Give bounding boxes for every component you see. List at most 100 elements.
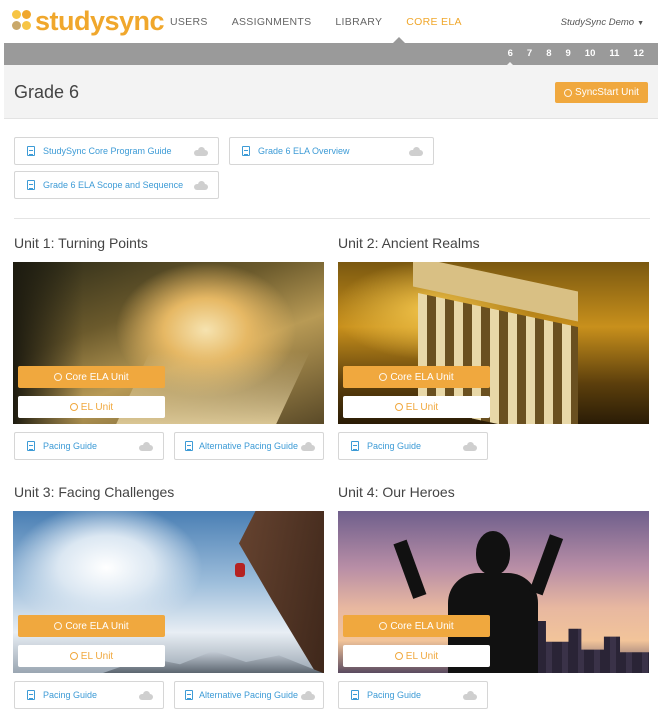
unit-2-pacing-guide[interactable]: Pacing Guide — [338, 432, 488, 460]
cloud-download-icon[interactable] — [409, 146, 423, 156]
doc-label: Pacing Guide — [367, 690, 422, 700]
sync-icon — [379, 373, 388, 381]
grade-selector-bar: 6 7 8 9 10 11 12 — [4, 43, 658, 66]
doc-label: Alternative Pacing Guide — [199, 690, 299, 700]
unit-2-core-ela-button[interactable]: Core ELA Unit — [343, 366, 490, 388]
nav-core-ela[interactable]: CORE ELA — [406, 16, 462, 28]
unit-2-el-button[interactable]: EL Unit — [343, 396, 490, 418]
unit-3-image[interactable]: Core ELA Unit EL Unit — [13, 511, 324, 673]
hero-left-arm — [393, 539, 427, 599]
sync-icon — [69, 403, 78, 411]
sync-icon — [379, 622, 388, 630]
pdf-icon — [351, 690, 359, 700]
pdf-icon — [242, 146, 250, 156]
studysync-logo[interactable]: studysync — [12, 5, 165, 36]
sync-icon — [394, 403, 403, 411]
unit-4-title: Unit 4: Our Heroes — [338, 484, 455, 500]
hero-head — [476, 531, 510, 575]
syncstart-unit-button[interactable]: SyncStart Unit — [555, 82, 648, 103]
unit-2-image[interactable]: Core ELA Unit EL Unit — [338, 262, 649, 424]
unit-1-image[interactable]: Core ELA Unit EL Unit — [13, 262, 324, 424]
cloud-download-icon[interactable] — [139, 441, 153, 451]
main-nav: USERS ASSIGNMENTS LIBRARY CORE ELA — [170, 16, 486, 28]
unit-3-pacing-guide[interactable]: Pacing Guide — [14, 681, 164, 709]
page-header: Grade 6 SyncStart Unit — [4, 65, 658, 119]
grade-9[interactable]: 9 — [566, 48, 571, 59]
unit-1-el-button[interactable]: EL Unit — [18, 396, 165, 418]
doc-label: Alternative Pacing Guide — [199, 441, 299, 451]
unit-4-core-ela-button[interactable]: Core ELA Unit — [343, 615, 490, 637]
unit-4-el-button[interactable]: EL Unit — [343, 645, 490, 667]
unit-3-core-ela-button[interactable]: Core ELA Unit — [18, 615, 165, 637]
sync-icon — [54, 622, 63, 630]
core-ela-label: Core ELA Unit — [390, 620, 454, 632]
cloud-download-icon[interactable] — [194, 146, 208, 156]
pdf-icon — [185, 690, 193, 700]
grade-6[interactable]: 6 — [506, 48, 515, 66]
doc-label: Pacing Guide — [367, 441, 422, 451]
pdf-icon — [27, 146, 35, 156]
sync-icon — [54, 373, 63, 381]
cliff-rock — [239, 511, 324, 673]
unit-4-pacing-guide[interactable]: Pacing Guide — [338, 681, 488, 709]
core-ela-label: Core ELA Unit — [65, 371, 129, 383]
grade-11[interactable]: 11 — [609, 48, 619, 59]
cloud-download-icon[interactable] — [463, 690, 477, 700]
doc-grade6-overview[interactable]: Grade 6 ELA Overview — [229, 137, 434, 165]
doc-core-program-guide[interactable]: StudySync Core Program Guide — [14, 137, 219, 165]
unit-1-core-ela-button[interactable]: Core ELA Unit — [18, 366, 165, 388]
unit-1-title: Unit 1: Turning Points — [14, 235, 148, 251]
cloud-download-icon[interactable] — [463, 441, 477, 451]
unit-2-title: Unit 2: Ancient Realms — [338, 235, 480, 251]
cloud-download-icon[interactable] — [194, 180, 208, 190]
unit-3-title: Unit 3: Facing Challenges — [14, 484, 175, 500]
logo-dots-icon — [12, 10, 32, 32]
el-label: EL Unit — [405, 401, 439, 413]
doc-label: Grade 6 ELA Overview — [258, 146, 350, 156]
grade-7[interactable]: 7 — [527, 48, 532, 59]
el-label: EL Unit — [80, 650, 114, 662]
core-ela-label: Core ELA Unit — [390, 371, 454, 383]
hero-right-arm — [529, 534, 564, 596]
section-divider — [14, 218, 650, 219]
grade-list: 6 7 8 9 10 11 12 — [494, 48, 644, 66]
page-title: Grade 6 — [14, 82, 80, 102]
doc-grade6-scope-sequence[interactable]: Grade 6 ELA Scope and Sequence — [14, 171, 219, 199]
grade-8[interactable]: 8 — [546, 48, 551, 59]
climber-figure — [235, 563, 245, 577]
unit-1-pacing-guide[interactable]: Pacing Guide — [14, 432, 164, 460]
unit-3-alt-pacing-guide[interactable]: Alternative Pacing Guide — [174, 681, 324, 709]
pdf-icon — [185, 441, 193, 451]
pdf-icon — [27, 180, 35, 190]
unit-3-el-button[interactable]: EL Unit — [18, 645, 165, 667]
grade-10[interactable]: 10 — [585, 48, 596, 59]
cloud-download-icon[interactable] — [139, 690, 153, 700]
pdf-icon — [27, 441, 35, 451]
cloud-download-icon[interactable] — [301, 690, 315, 700]
el-label: EL Unit — [80, 401, 114, 413]
top-navigation: studysync USERS ASSIGNMENTS LIBRARY CORE… — [0, 0, 658, 44]
cloud-download-icon[interactable] — [301, 441, 315, 451]
unit-4-image[interactable]: Core ELA Unit EL Unit — [338, 511, 649, 673]
user-name: StudySync Demo — [560, 17, 635, 28]
pdf-icon — [351, 441, 359, 451]
el-label: EL Unit — [405, 650, 439, 662]
syncstart-label: SyncStart Unit — [575, 87, 639, 98]
nav-library[interactable]: LIBRARY — [335, 16, 382, 28]
nav-assignments[interactable]: ASSIGNMENTS — [232, 16, 312, 28]
unit-1-alt-pacing-guide[interactable]: Alternative Pacing Guide — [174, 432, 324, 460]
doc-label: Pacing Guide — [43, 441, 98, 451]
user-menu[interactable]: StudySync Demo ▼ — [561, 17, 644, 28]
pdf-icon — [27, 690, 35, 700]
sync-icon — [394, 652, 403, 660]
nav-users[interactable]: USERS — [170, 16, 208, 28]
doc-label: Pacing Guide — [43, 690, 98, 700]
logo-text: studysync — [35, 5, 165, 36]
sync-icon — [564, 88, 573, 97]
core-ela-label: Core ELA Unit — [65, 620, 129, 632]
doc-label: Grade 6 ELA Scope and Sequence — [43, 180, 184, 190]
sync-icon — [69, 652, 78, 660]
chevron-down-icon: ▼ — [637, 20, 644, 27]
doc-label: StudySync Core Program Guide — [43, 146, 172, 156]
grade-12[interactable]: 12 — [633, 48, 644, 59]
